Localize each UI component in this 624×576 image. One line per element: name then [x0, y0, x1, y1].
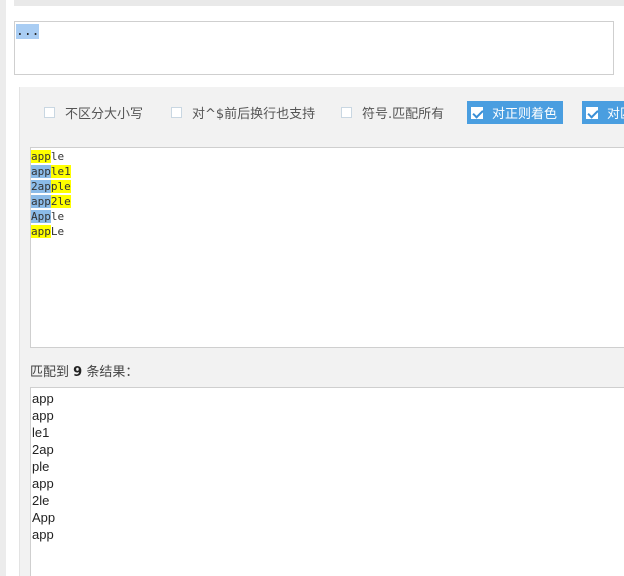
regex-input-value: ... — [16, 24, 40, 39]
result-count: 9 — [73, 365, 83, 380]
result-item: 2le — [32, 493, 50, 508]
test-text-area[interactable]: apple apple1 2apple app2le Apple appLe — [30, 147, 624, 348]
checkbox-color-regex[interactable] — [471, 106, 483, 119]
options-panel: 不区分大小写 对^$前后换行也支持 符号.匹配所有 对正则着色 对匹 apple… — [19, 87, 624, 576]
option-color-regex[interactable]: 对正则着色 — [467, 101, 564, 124]
result-prefix: 匹配到 — [30, 365, 74, 380]
text-line: 2apple — [31, 179, 624, 194]
match-highlight: app — [31, 150, 51, 163]
text-segment: le — [50, 150, 65, 163]
result-item: 2ap — [32, 442, 54, 457]
option-ignore-case-label: 不区分大小写 — [65, 107, 144, 122]
option-color-match-label: 对匹 — [607, 107, 624, 122]
text-line: app2le — [31, 194, 624, 209]
match-highlight: app — [31, 165, 51, 178]
match-highlight: 2le — [50, 195, 71, 208]
match-highlight: le1 — [50, 165, 71, 178]
match-highlight: 2ap — [31, 180, 51, 193]
result-item: le1 — [32, 425, 50, 440]
match-highlight: ple — [50, 180, 71, 193]
result-count-label: 匹配到 9 条结果： — [30, 361, 138, 380]
option-dotall-label: 符号.匹配所有 — [362, 107, 445, 122]
option-dotall[interactable]: 符号.匹配所有 — [341, 103, 444, 122]
options-bar: 不区分大小写 对^$前后换行也支持 符号.匹配所有 对正则着色 对匹 — [20, 87, 624, 137]
left-gutter — [0, 0, 6, 576]
checkbox-color-match[interactable] — [586, 106, 598, 119]
text-line: apple — [31, 149, 624, 164]
option-color-regex-label: 对正则着色 — [492, 107, 558, 122]
checkbox-ignore-case[interactable] — [44, 107, 55, 118]
result-list-area[interactable]: app app le1 2ap ple app 2le App app — [30, 387, 624, 576]
option-multiline[interactable]: 对^$前后换行也支持 — [171, 103, 315, 122]
result-item: app — [32, 476, 54, 491]
text-line: Apple — [31, 209, 624, 224]
match-highlight: App — [31, 210, 51, 223]
match-highlight: app — [31, 225, 51, 238]
result-item: app — [32, 527, 54, 542]
text-line: apple1 — [31, 164, 624, 179]
text-line: appLe — [31, 224, 624, 239]
regex-tester-page: ... 不区分大小写 对^$前后换行也支持 符号.匹配所有 对正则着色 对匹 — [0, 0, 624, 576]
top-divider — [14, 0, 624, 6]
text-segment: le — [50, 210, 65, 223]
result-suffix: 条结果： — [82, 365, 139, 380]
result-item: app — [32, 408, 54, 423]
text-segment: Le — [50, 225, 65, 238]
checkbox-multiline[interactable] — [171, 107, 182, 118]
option-color-match[interactable]: 对匹 — [582, 101, 624, 124]
regex-input[interactable]: ... — [14, 21, 614, 75]
checkbox-dotall[interactable] — [341, 107, 352, 118]
result-item: App — [32, 510, 56, 525]
option-multiline-label: 对^$前后换行也支持 — [192, 107, 316, 122]
result-item: ple — [32, 459, 50, 474]
match-highlight: app — [31, 195, 51, 208]
option-ignore-case[interactable]: 不区分大小写 — [44, 103, 143, 122]
result-item: app — [32, 391, 54, 406]
